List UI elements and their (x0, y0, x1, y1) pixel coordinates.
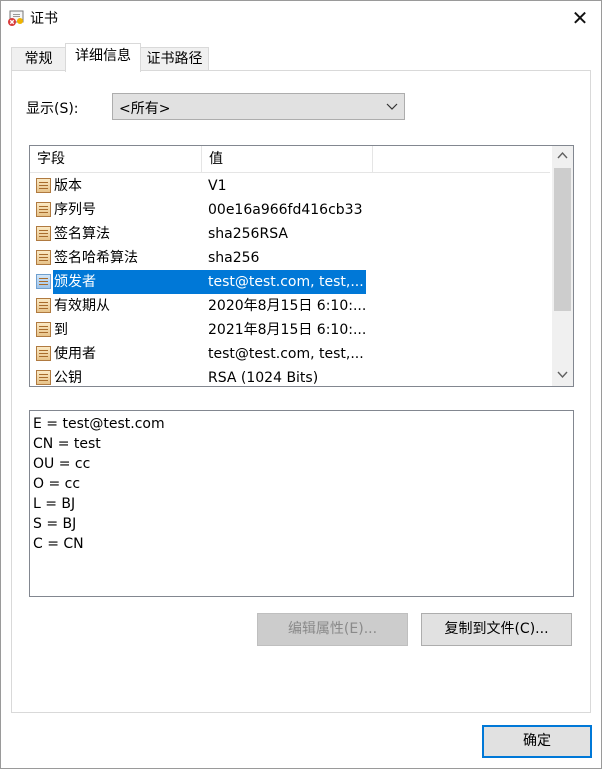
certificate-field-icon (36, 370, 51, 385)
table-row[interactable]: 签名哈希算法 sha256 (30, 246, 550, 270)
window-title: 证书 (30, 11, 58, 27)
show-label: 显示(S): (26, 101, 79, 117)
field-value: sha256RSA (208, 226, 288, 242)
show-dropdown-value: <所有> (119, 101, 171, 117)
show-dropdown[interactable]: <所有> (112, 93, 405, 120)
field-name: 使用者 (54, 346, 96, 362)
certificate-field-icon (36, 226, 51, 241)
table-row[interactable]: 版本 V1 (30, 174, 550, 198)
field-name: 版本 (54, 178, 82, 194)
table-row-selected[interactable]: 颁发者 test@test.com, test,... (30, 270, 550, 294)
table-row[interactable]: 到 2021年8月15日 6:10:... (30, 318, 550, 342)
list-header: 字段 值 (30, 146, 550, 173)
scroll-down-icon[interactable] (552, 366, 573, 386)
copy-to-file-button[interactable]: 复制到文件(C)... (421, 613, 572, 646)
column-header-value[interactable]: 值 (202, 146, 373, 172)
detail-line: C = CN (33, 536, 84, 552)
certificate-window: 证书 ✕ 常规 详细信息 证书路径 显示(S): <所有> 字段 值 版本 V1 序… (0, 0, 602, 769)
certificate-field-icon (36, 346, 51, 361)
field-value: 2021年8月15日 6:10:... (208, 322, 367, 338)
certificate-icon (8, 10, 24, 26)
close-button[interactable]: ✕ (557, 1, 602, 34)
field-value: RSA (1024 Bits) (208, 370, 319, 386)
detail-line: S = BJ (33, 516, 77, 532)
certificate-field-icon (36, 178, 51, 193)
detail-line: O = cc (33, 476, 81, 492)
close-icon: ✕ (571, 5, 589, 30)
scroll-thumb[interactable] (554, 168, 571, 311)
detail-line: L = BJ (33, 496, 76, 512)
title-bar[interactable]: 证书 ✕ (1, 1, 601, 34)
field-name: 公钥 (54, 370, 82, 386)
edit-properties-button[interactable]: 编辑属性(E)... (257, 613, 408, 646)
field-value: 00e16a966fd416cb33 (208, 202, 363, 218)
field-name: 颁发者 (53, 270, 202, 294)
detail-line: E = test@test.com (33, 416, 165, 432)
tab-general[interactable]: 常规 (11, 47, 66, 72)
field-name: 到 (54, 322, 68, 338)
field-name: 签名算法 (54, 226, 110, 242)
certificate-field-icon (36, 298, 51, 313)
table-row[interactable]: 签名算法 sha256RSA (30, 222, 550, 246)
field-name: 签名哈希算法 (54, 250, 138, 266)
certificate-field-icon (36, 250, 51, 265)
detail-line: CN = test (33, 436, 101, 452)
field-detail-text[interactable]: E = test@test.com CN = test OU = cc O = … (29, 410, 574, 597)
tab-certification-path[interactable]: 证书路径 (140, 47, 209, 72)
field-value: test@test.com, test,... (208, 346, 364, 362)
certificate-field-icon (36, 202, 51, 217)
table-row[interactable]: 使用者 test@test.com, test,... (30, 342, 550, 366)
chevron-down-icon (386, 97, 398, 119)
field-value: 2020年8月15日 6:10:... (208, 298, 367, 314)
certificate-field-icon (36, 274, 51, 289)
table-row[interactable]: 公钥 RSA (1024 Bits) (30, 366, 550, 386)
field-name: 有效期从 (54, 298, 110, 314)
field-value: test@test.com, test,... (202, 270, 366, 294)
scroll-up-icon[interactable] (552, 146, 573, 166)
field-value: sha256 (208, 250, 260, 266)
detail-line: OU = cc (33, 456, 91, 472)
fields-scrollbar[interactable] (552, 146, 573, 386)
column-header-field[interactable]: 字段 (30, 146, 202, 172)
tab-details[interactable]: 详细信息 (65, 43, 141, 72)
fields-list[interactable]: 字段 值 版本 V1 序列号 00e16a966fd416cb33 签名算法 sha256… (29, 145, 574, 387)
table-row[interactable]: 序列号 00e16a966fd416cb33 (30, 198, 550, 222)
certificate-field-icon (36, 322, 51, 337)
table-row[interactable]: 有效期从 2020年8月15日 6:10:... (30, 294, 550, 318)
ok-button[interactable]: 确定 (482, 725, 592, 758)
field-name: 序列号 (54, 202, 96, 218)
field-value: V1 (208, 178, 227, 194)
